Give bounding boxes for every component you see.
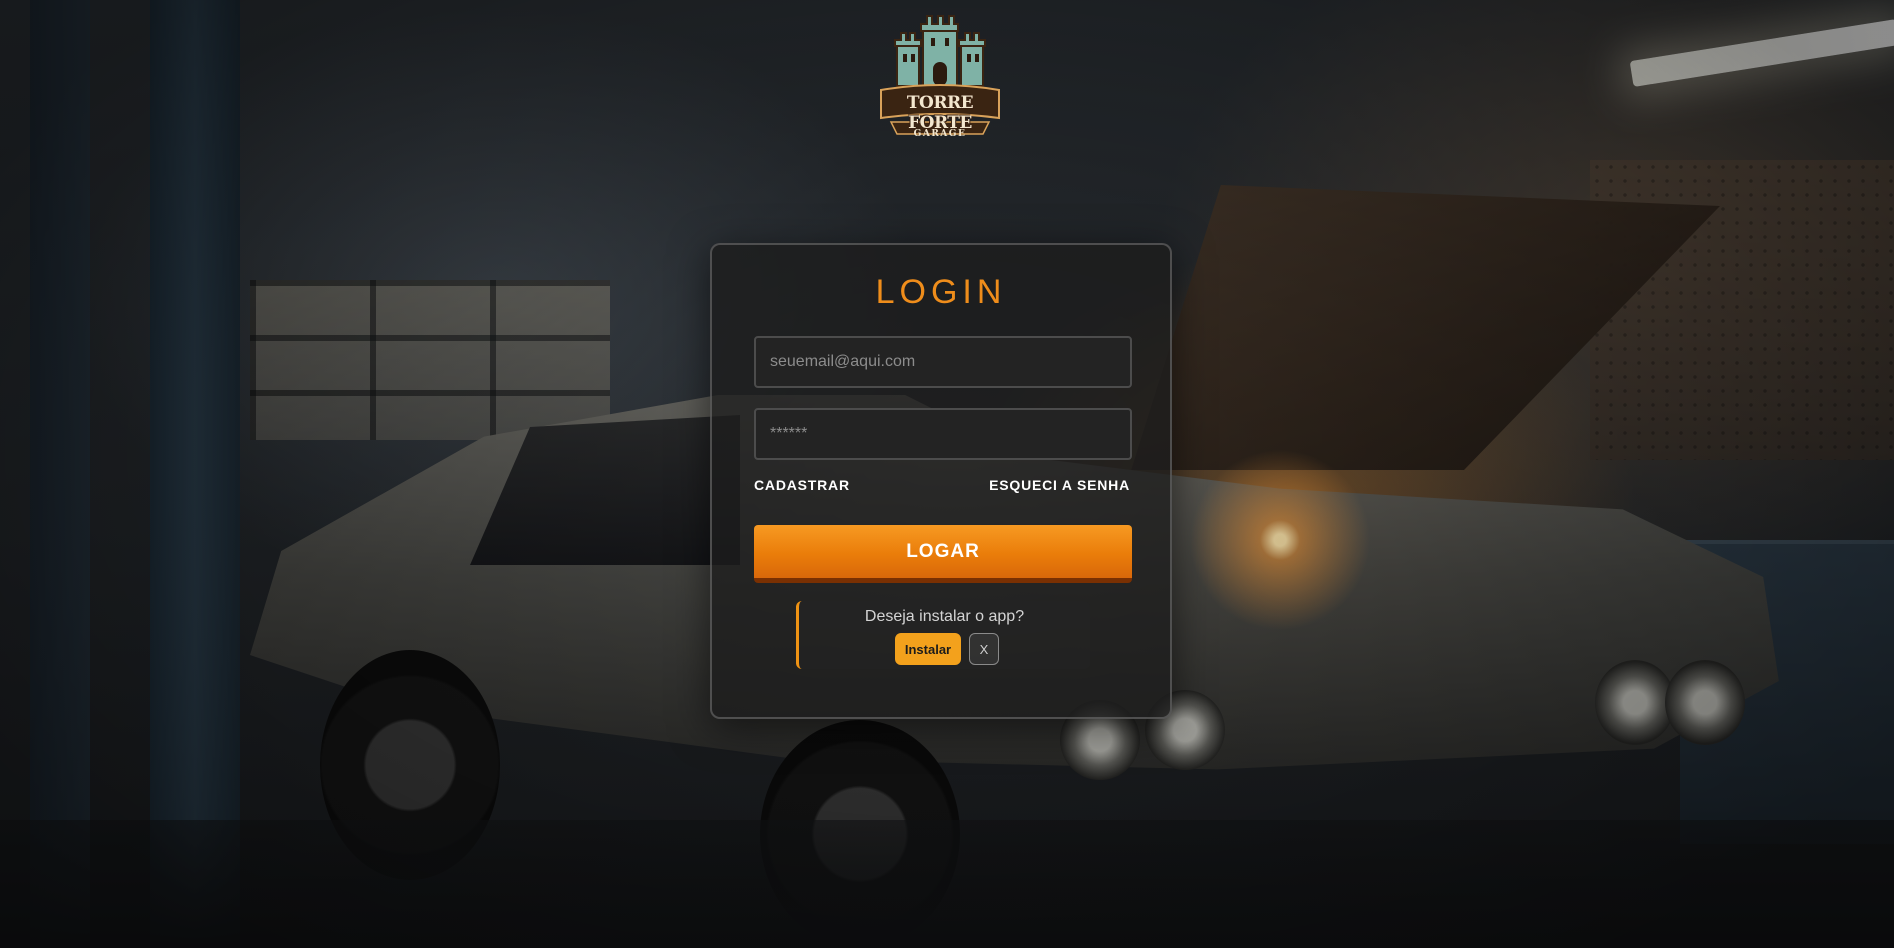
login-card: LOGIN CADASTRAR ESQUECI A SENHA LOGAR De… bbox=[710, 243, 1172, 719]
register-link[interactable]: CADASTRAR bbox=[754, 477, 850, 493]
brand-tagline: GARAGE bbox=[913, 129, 967, 139]
password-input[interactable] bbox=[754, 408, 1132, 460]
login-button[interactable]: LOGAR bbox=[754, 525, 1132, 583]
brand-name: TORRE FORTE bbox=[906, 93, 974, 133]
login-title: LOGIN bbox=[875, 273, 1007, 311]
install-app-prompt: Deseja instalar o app? Instalar X bbox=[796, 601, 1090, 669]
email-input[interactable] bbox=[754, 336, 1132, 388]
dismiss-install-button[interactable]: X bbox=[969, 633, 999, 665]
install-prompt-message: Deseja instalar o app? bbox=[864, 608, 1025, 625]
install-button[interactable]: Instalar bbox=[895, 633, 961, 665]
forgot-password-link[interactable]: ESQUECI A SENHA bbox=[989, 477, 1130, 493]
brand-logo: TORRE FORTE GARAGE bbox=[875, 10, 1005, 148]
